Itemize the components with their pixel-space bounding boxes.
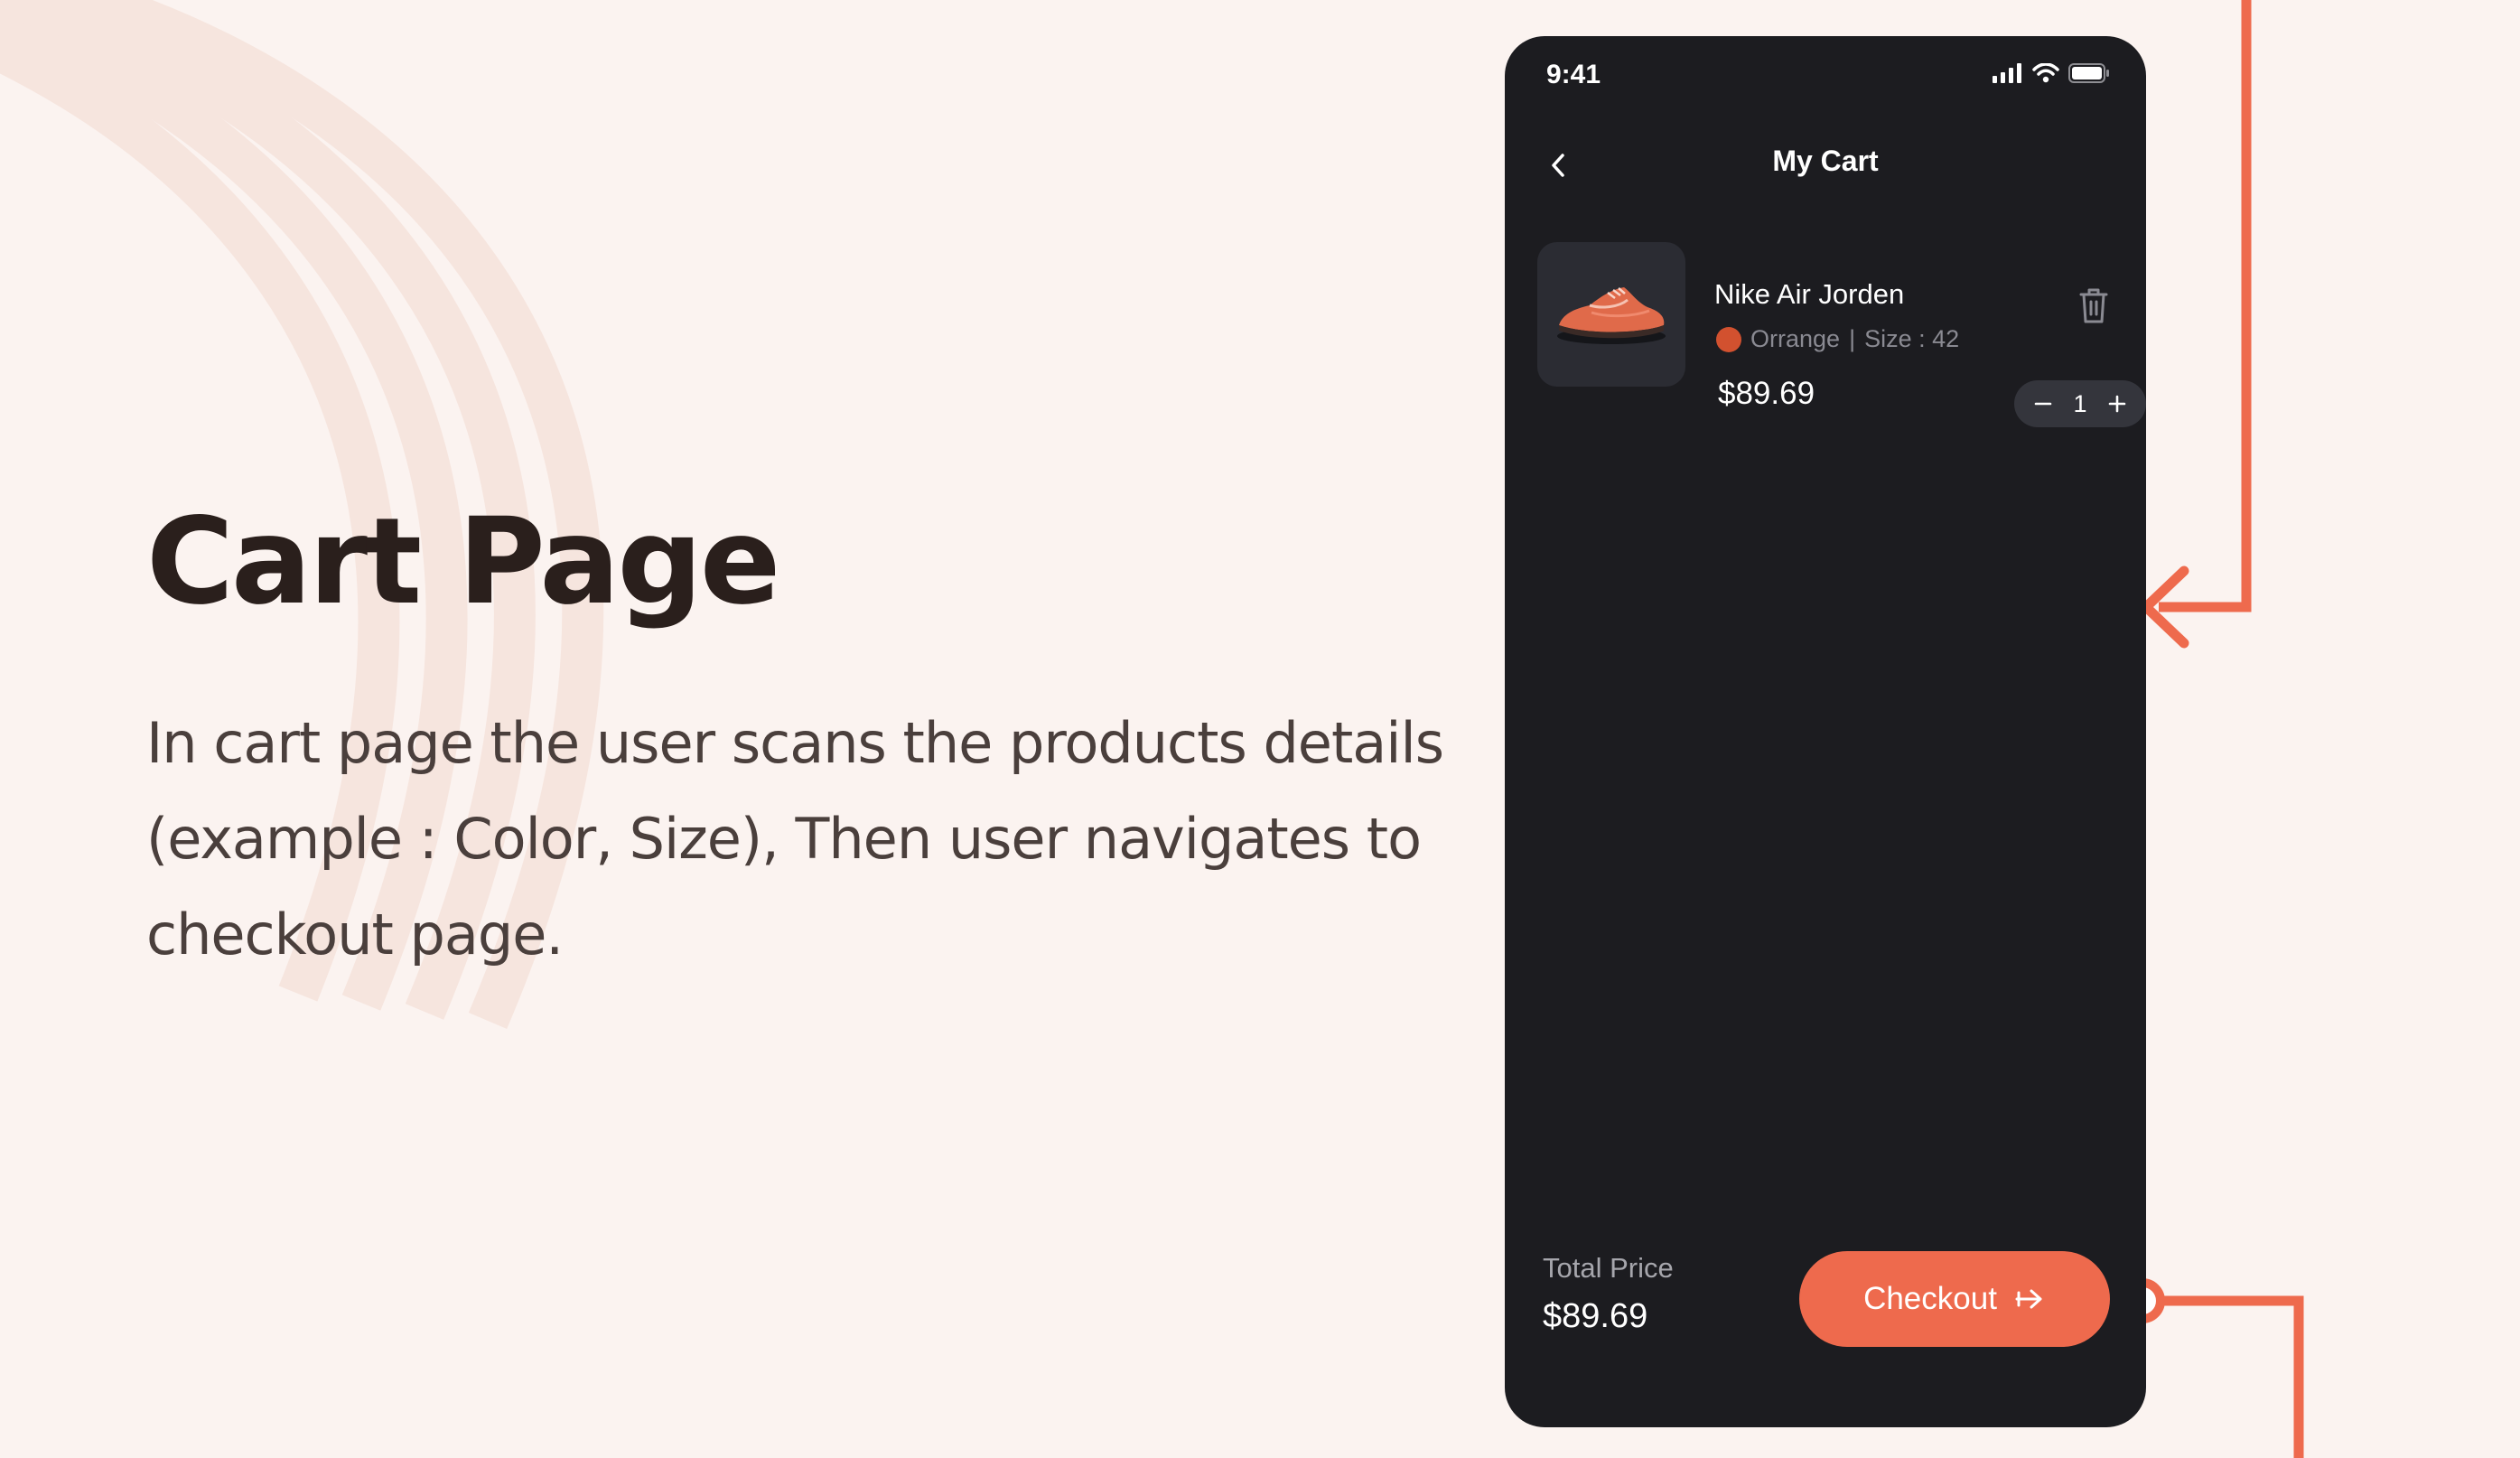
checkout-button[interactable]: Checkout — [1799, 1251, 2110, 1347]
status-time: 9:41 — [1546, 60, 1601, 89]
page-description: In cart page the user scans the products… — [146, 710, 1444, 967]
header-title: My Cart — [1772, 145, 1879, 177]
plus-icon — [2108, 395, 2126, 413]
status-icons — [1993, 63, 2110, 83]
minus-icon — [2034, 402, 2052, 406]
total-price-label: Total Price — [1543, 1252, 1674, 1284]
battery-icon — [2068, 63, 2109, 83]
signal-icon — [1993, 63, 2021, 83]
size-label: Size : 42 — [1864, 325, 1960, 352]
color-swatch — [1716, 326, 1741, 352]
trash-icon — [2079, 288, 2108, 323]
checkout-label: Checkout — [1863, 1281, 1997, 1316]
incoming-arrowhead — [2141, 565, 2189, 649]
outgoing-connector-line — [2161, 1295, 2304, 1458]
color-name: Orrange — [1750, 325, 1841, 352]
total-price-value: $89.69 — [1543, 1297, 1648, 1335]
product-name: Nike Air Jorden — [1714, 278, 1905, 310]
arrow-right-icon — [2015, 1289, 2042, 1309]
phone-screen: 9:41 My Cart Nike Air Jorden Orrange | S… — [1505, 36, 2146, 1427]
meta-separator: | — [1849, 325, 1856, 352]
cart-item: Nike Air Jorden Orrange | Size : 42 $89.… — [1537, 242, 2146, 427]
quantity-stepper: 1 — [2014, 380, 2146, 427]
product-variant: Orrange | Size : 42 — [1716, 325, 1959, 353]
increase-quantity-button[interactable] — [2105, 391, 2130, 416]
product-price: $89.69 — [1718, 376, 1815, 411]
sneaker-image — [1557, 287, 1666, 344]
incoming-connector-line — [2159, 0, 2252, 612]
quantity-value[interactable]: 1 — [2073, 390, 2086, 418]
wifi-icon — [2032, 63, 2059, 83]
product-image[interactable] — [1537, 242, 1685, 387]
delete-item-button[interactable] — [2074, 284, 2114, 327]
decrease-quantity-button[interactable] — [2030, 391, 2056, 416]
page-title: Cart Page — [146, 492, 780, 631]
